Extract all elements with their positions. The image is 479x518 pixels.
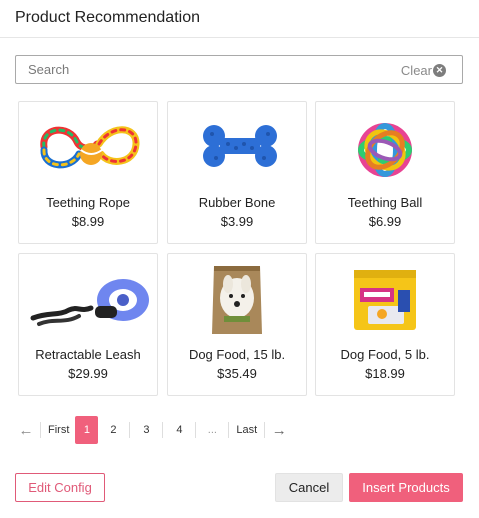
ball-toy-icon (316, 102, 454, 190)
dog-food-bag-icon (168, 254, 306, 342)
product-name: Dog Food, 5 lb. (340, 347, 430, 362)
divider (228, 422, 230, 438)
divider (195, 422, 197, 438)
divider (129, 422, 131, 438)
next-page-arrow-icon[interactable]: → (268, 416, 290, 444)
dog-food-bag-small-icon (316, 254, 454, 342)
page-button-4[interactable]: 4 (166, 416, 192, 444)
divider (40, 422, 41, 438)
page-button-1[interactable]: 1 (75, 416, 99, 444)
rope-toy-icon (19, 102, 157, 190)
product-card-dog-food-15lb[interactable]: Dog Food, 15 lb. $35.49 (167, 253, 307, 396)
first-page-button[interactable]: First (44, 416, 73, 444)
pagination: ← First 1 2 3 4 ... Last → (15, 416, 290, 444)
divider (162, 422, 164, 438)
leash-icon (19, 254, 157, 342)
bone-toy-icon (168, 102, 306, 190)
product-price: $29.99 (68, 366, 108, 381)
divider (264, 422, 266, 438)
last-page-button[interactable]: Last (232, 416, 261, 444)
product-name: Dog Food, 15 lb. (188, 347, 286, 362)
product-card-dog-food-5lb[interactable]: Dog Food, 5 lb. $18.99 (315, 253, 455, 396)
product-price: $35.49 (217, 366, 257, 381)
dialog-header: Product Recommendation (0, 0, 479, 38)
insert-products-button[interactable]: Insert Products (349, 473, 463, 502)
edit-config-button[interactable]: Edit Config (15, 473, 105, 502)
clear-button[interactable]: Clear ✕ (401, 63, 446, 78)
product-card-teething-rope[interactable]: Teething Rope $8.99 (18, 101, 158, 244)
cancel-button[interactable]: Cancel (275, 473, 343, 502)
product-card-rubber-bone[interactable]: Rubber Bone $3.99 (167, 101, 307, 244)
dialog-title: Product Recommendation (15, 9, 200, 26)
product-card-teething-ball[interactable]: Teething Ball $6.99 (315, 101, 455, 244)
close-circle-icon: ✕ (433, 64, 446, 77)
page-button-2[interactable]: 2 (100, 416, 126, 444)
product-price: $3.99 (220, 214, 254, 229)
product-name: Rubber Bone (198, 195, 276, 210)
product-name: Teething Ball (347, 195, 423, 210)
product-price: $18.99 (365, 366, 405, 381)
clear-label: Clear (400, 63, 432, 78)
product-name: Teething Rope (46, 195, 130, 210)
product-name: Retractable Leash (35, 347, 141, 362)
product-card-retractable-leash[interactable]: Retractable Leash $29.99 (18, 253, 158, 396)
prev-page-arrow-icon[interactable]: ← (15, 416, 37, 444)
search-box: Clear ✕ (15, 55, 463, 84)
product-price: $6.99 (368, 214, 402, 229)
pagination-ellipsis: ... (207, 424, 217, 436)
product-price: $8.99 (71, 214, 105, 229)
page-button-3[interactable]: 3 (133, 416, 159, 444)
search-input[interactable] (16, 56, 386, 83)
